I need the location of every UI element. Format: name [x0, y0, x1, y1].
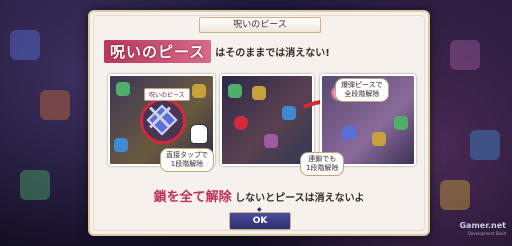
- callout-tap: 直接タップで 1段階解除: [160, 148, 214, 172]
- tap-hand-icon: [190, 124, 208, 144]
- cursed-piece-tag: 呪いのピース: [144, 88, 190, 101]
- footer-note: 鎖を全て解除 しないとピースは消えないよ: [90, 186, 428, 205]
- bg-piece: [470, 130, 500, 160]
- callout-chain: 連鎖でも 1段階解除: [300, 152, 345, 176]
- note-text: しないとピースは消えないよ: [235, 193, 365, 204]
- bg-piece: [40, 90, 70, 120]
- cursed-piece-icon: [234, 116, 248, 130]
- headline: 呪いのピース はそのままでは消えない!: [104, 39, 330, 63]
- piece-gem: [282, 106, 296, 120]
- ok-button[interactable]: OK: [229, 212, 291, 230]
- callout-bomb: 爆弾ピースで 全段階解除: [335, 78, 389, 102]
- dialog-title: 呪いのピース: [199, 17, 321, 33]
- piece-gem: [372, 132, 386, 146]
- bg-piece: [20, 170, 50, 200]
- bg-piece: [440, 180, 470, 210]
- watermark-brand: Gamer.net: [459, 221, 506, 230]
- headline-key: 呪いのピース: [104, 39, 212, 63]
- piece-gem: [264, 134, 278, 148]
- headline-text: はそのままでは消えない!: [215, 47, 330, 59]
- piece-gem: [394, 116, 408, 130]
- piece-gem: [228, 84, 242, 98]
- tutorial-panel-chain: [220, 74, 314, 166]
- bg-piece: [450, 40, 480, 70]
- piece-gem: [342, 126, 356, 140]
- bg-piece: [10, 30, 40, 60]
- watermark-sub: Development Build: [467, 231, 506, 236]
- watermark: Gamer.net Development Build: [459, 222, 506, 238]
- piece-gem: [116, 82, 130, 96]
- note-key: 鎖を全て解除: [153, 190, 232, 205]
- tutorial-dialog: 呪いのピース 呪いのピース はそのままでは消えない! 呪いのピース 直接タップで…: [88, 10, 430, 236]
- piece-gem: [192, 84, 206, 98]
- piece-gem: [114, 138, 128, 152]
- piece-gem: [252, 86, 266, 100]
